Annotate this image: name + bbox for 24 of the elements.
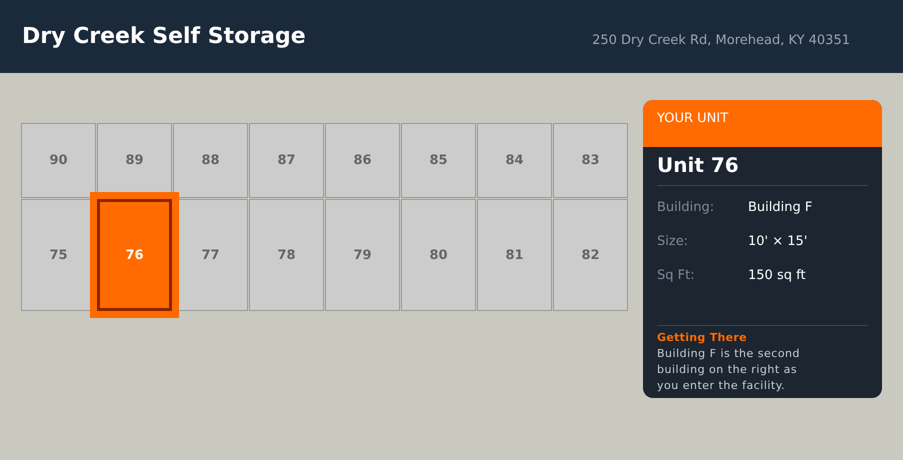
detail-value: 10' × 15' [748, 234, 808, 248]
storage-unit[interactable]: 87 [249, 123, 324, 198]
directions-title: Getting There [657, 331, 748, 344]
storage-unit[interactable]: 83 [553, 123, 628, 198]
detail-value: Building F [748, 200, 812, 214]
storage-unit[interactable]: 85 [401, 123, 476, 198]
detail-label: Building: [657, 200, 716, 214]
storage-unit[interactable]: 90 [21, 123, 96, 198]
unit-title: Unit 76 [657, 153, 868, 186]
storage-unit[interactable]: 88 [173, 123, 248, 198]
storage-unit[interactable]: 79 [325, 199, 400, 311]
storage-unit[interactable]: 78 [249, 199, 324, 311]
storage-unit[interactable]: 80 [401, 199, 476, 311]
storage-unit[interactable]: 86 [325, 123, 400, 198]
storage-unit[interactable]: 84 [477, 123, 552, 198]
detail-label: Size: [657, 234, 690, 248]
storage-unit[interactable]: 82 [553, 199, 628, 311]
storage-unit[interactable]: 81 [477, 199, 552, 311]
detail-value: 150 sq ft [748, 268, 806, 282]
detail-label: Sq Ft: [657, 268, 696, 282]
card-label: YOUR UNIT [657, 111, 728, 126]
address-text: 250 Dry Creek Rd, Morehead, KY 40351 [592, 33, 850, 48]
site-title: Dry Creek Self Storage [22, 24, 306, 49]
directions-text: Building F is the second building on the right as you enter the facility. [657, 346, 802, 394]
